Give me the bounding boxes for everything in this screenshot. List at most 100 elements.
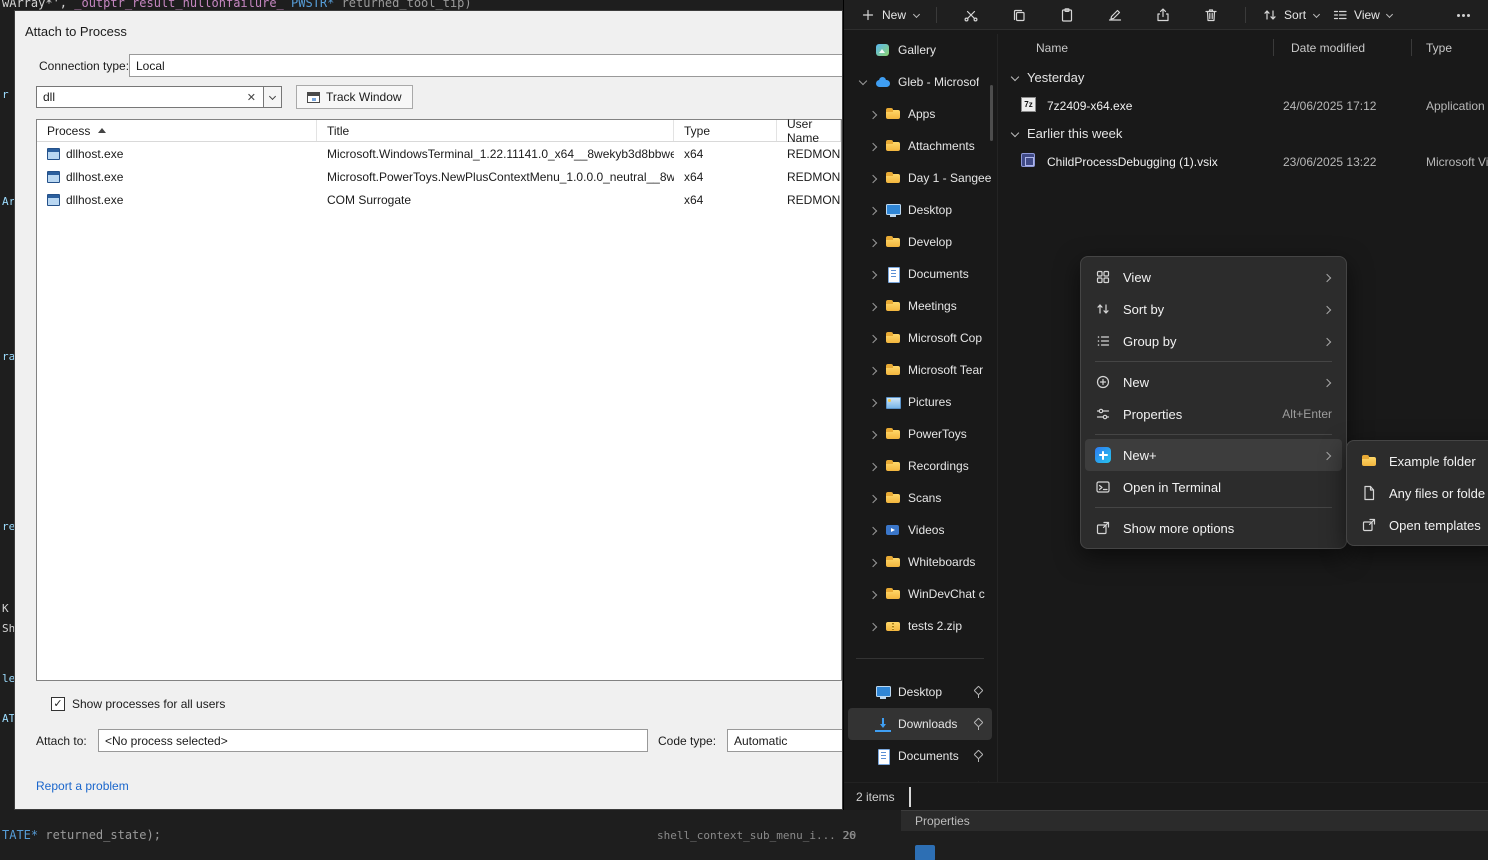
chevron-icon[interactable] (868, 237, 878, 247)
chevron-icon[interactable] (858, 77, 868, 87)
chevron-icon[interactable] (868, 301, 878, 311)
column-divider[interactable] (1411, 39, 1412, 56)
delete-button[interactable] (1187, 2, 1235, 28)
share-icon (1155, 7, 1171, 23)
nav-item[interactable]: WinDevChat c (848, 578, 992, 610)
process-row[interactable]: dllhost.exe Microsoft.PowerToys.NewPlusC… (37, 165, 841, 188)
column-header-title[interactable]: Title (317, 120, 674, 141)
column-header-date-modified[interactable]: Date modified (1291, 41, 1365, 55)
submenu-item-any-files[interactable]: Any files or folde (1351, 477, 1488, 509)
nav-item[interactable]: Desktop (848, 194, 992, 226)
nav-item[interactable]: Attachments (848, 130, 992, 162)
column-header-user-name[interactable]: User Name (777, 120, 841, 141)
menu-item-sort-by[interactable]: Sort by (1085, 293, 1342, 325)
sort-icon (1095, 301, 1111, 317)
nav-item[interactable]: Whiteboards (848, 546, 992, 578)
vs-properties-panel: Properties (901, 810, 1488, 860)
nav-item[interactable]: Microsoft Tear (848, 354, 992, 386)
nav-item-icon (885, 554, 901, 570)
file-row[interactable]: 7z 7z2409-x64.exe 24/06/2025 17:12 Appli… (1001, 92, 1488, 120)
share-button[interactable] (1139, 2, 1187, 28)
attach-to-field[interactable]: <No process selected> (98, 729, 648, 752)
track-window-button[interactable]: Track Window (296, 85, 413, 109)
submenu-item-example-folder[interactable]: Example folder (1351, 445, 1488, 477)
chevron-icon[interactable] (868, 525, 878, 535)
column-header-type[interactable]: Type (1426, 41, 1452, 55)
new-button[interactable]: New (854, 4, 926, 26)
nav-item[interactable]: Gallery (848, 34, 992, 66)
column-divider[interactable] (1273, 39, 1274, 56)
nav-item[interactable]: Documents (848, 258, 992, 290)
nav-scrollbar-thumb[interactable] (990, 85, 993, 141)
chevron-icon[interactable] (868, 621, 878, 631)
process-row[interactable]: dllhost.exe COM Surrogate x64 REDMOND (37, 188, 841, 211)
nav-item-icon (885, 522, 901, 538)
menu-item-new-plus[interactable]: New+ (1085, 439, 1342, 471)
nav-item[interactable]: Pictures (848, 386, 992, 418)
chevron-icon[interactable] (868, 109, 878, 119)
nav-item[interactable]: Desktop (848, 676, 992, 708)
sort-button[interactable]: Sort (1256, 4, 1326, 26)
checkbox-checked[interactable]: ✓ (51, 697, 65, 711)
chevron-icon[interactable] (868, 429, 878, 439)
column-header-name[interactable]: Name (1036, 41, 1068, 55)
nav-item[interactable]: Scans (848, 482, 992, 514)
nav-item[interactable]: Documents (848, 740, 992, 772)
chevron-right-icon (1323, 452, 1330, 459)
see-more-button[interactable] (1456, 7, 1472, 23)
copy-button[interactable] (995, 2, 1043, 28)
rename-button[interactable] (1091, 2, 1139, 28)
column-header-type[interactable]: Type (674, 120, 777, 141)
chevron-icon[interactable] (868, 205, 878, 215)
chevron-icon[interactable] (868, 141, 878, 151)
nav-item[interactable]: Develop (848, 226, 992, 258)
chevron-icon[interactable] (868, 333, 878, 343)
submenu-item-open-templates[interactable]: Open templates (1351, 509, 1488, 541)
show-all-users-label: Show processes for all users (72, 697, 225, 711)
chevron-icon[interactable] (868, 589, 878, 599)
process-row[interactable]: dllhost.exe Microsoft.WindowsTerminal_1.… (37, 142, 841, 165)
nav-item[interactable]: Meetings (848, 290, 992, 322)
menu-item-show-more-options[interactable]: Show more options (1085, 512, 1342, 544)
connection-type-combobox[interactable]: Local (129, 54, 843, 77)
filter-dropdown-button[interactable] (264, 86, 282, 108)
group-header[interactable]: Yesterday (1001, 64, 1488, 92)
menu-item-view[interactable]: View (1085, 261, 1342, 293)
file-row[interactable]: ChildProcessDebugging (1).vsix 23/06/202… (1001, 148, 1488, 176)
chevron-icon[interactable] (868, 269, 878, 279)
nav-item-label: Documents (908, 267, 969, 281)
menu-item-open-in-terminal[interactable]: Open in Terminal (1085, 471, 1342, 503)
code-type-combobox[interactable]: Automatic (727, 729, 843, 752)
nav-item[interactable]: Microsoft Cop (848, 322, 992, 354)
menu-item-group-by[interactable]: Group by (1085, 325, 1342, 357)
nav-item[interactable]: Recordings (848, 450, 992, 482)
menu-item-properties[interactable]: Properties Alt+Enter (1085, 398, 1342, 430)
chevron-icon[interactable] (868, 397, 878, 407)
chevron-icon[interactable] (868, 173, 878, 183)
shortcut-label: Alt+Enter (1282, 407, 1332, 421)
menu-item-new[interactable]: New (1085, 366, 1342, 398)
track-window-icon (307, 92, 320, 103)
chevron-icon[interactable] (868, 365, 878, 375)
process-filter-input[interactable]: dll ✕ (36, 86, 264, 108)
nav-item[interactable]: Videos (848, 514, 992, 546)
paste-button[interactable] (1043, 2, 1091, 28)
nav-item[interactable]: Apps (848, 98, 992, 130)
nav-item[interactable]: tests 2.zip (848, 610, 992, 642)
nav-item[interactable]: Day 1 - Sangee (848, 162, 992, 194)
view-button[interactable]: View (1326, 4, 1400, 26)
cut-button[interactable] (947, 2, 995, 28)
nav-item[interactable]: PowerToys (848, 418, 992, 450)
chevron-icon[interactable] (868, 557, 878, 567)
nav-item[interactable]: Downloads (848, 708, 992, 740)
chevron-icon[interactable] (868, 461, 878, 471)
report-a-problem-link[interactable]: Report a problem (36, 779, 129, 793)
chevron-right-icon (1323, 338, 1330, 345)
chevron-icon[interactable] (868, 493, 878, 503)
nav-item-icon (885, 138, 901, 154)
nav-item[interactable]: Gleb - Microsof (848, 66, 992, 98)
clear-filter-icon[interactable]: ✕ (244, 91, 259, 104)
column-header-process[interactable]: Process (37, 120, 317, 141)
group-header[interactable]: Earlier this week (1001, 120, 1488, 148)
attach-to-process-dialog: Attach to Process Connection type: Local… (14, 10, 843, 810)
